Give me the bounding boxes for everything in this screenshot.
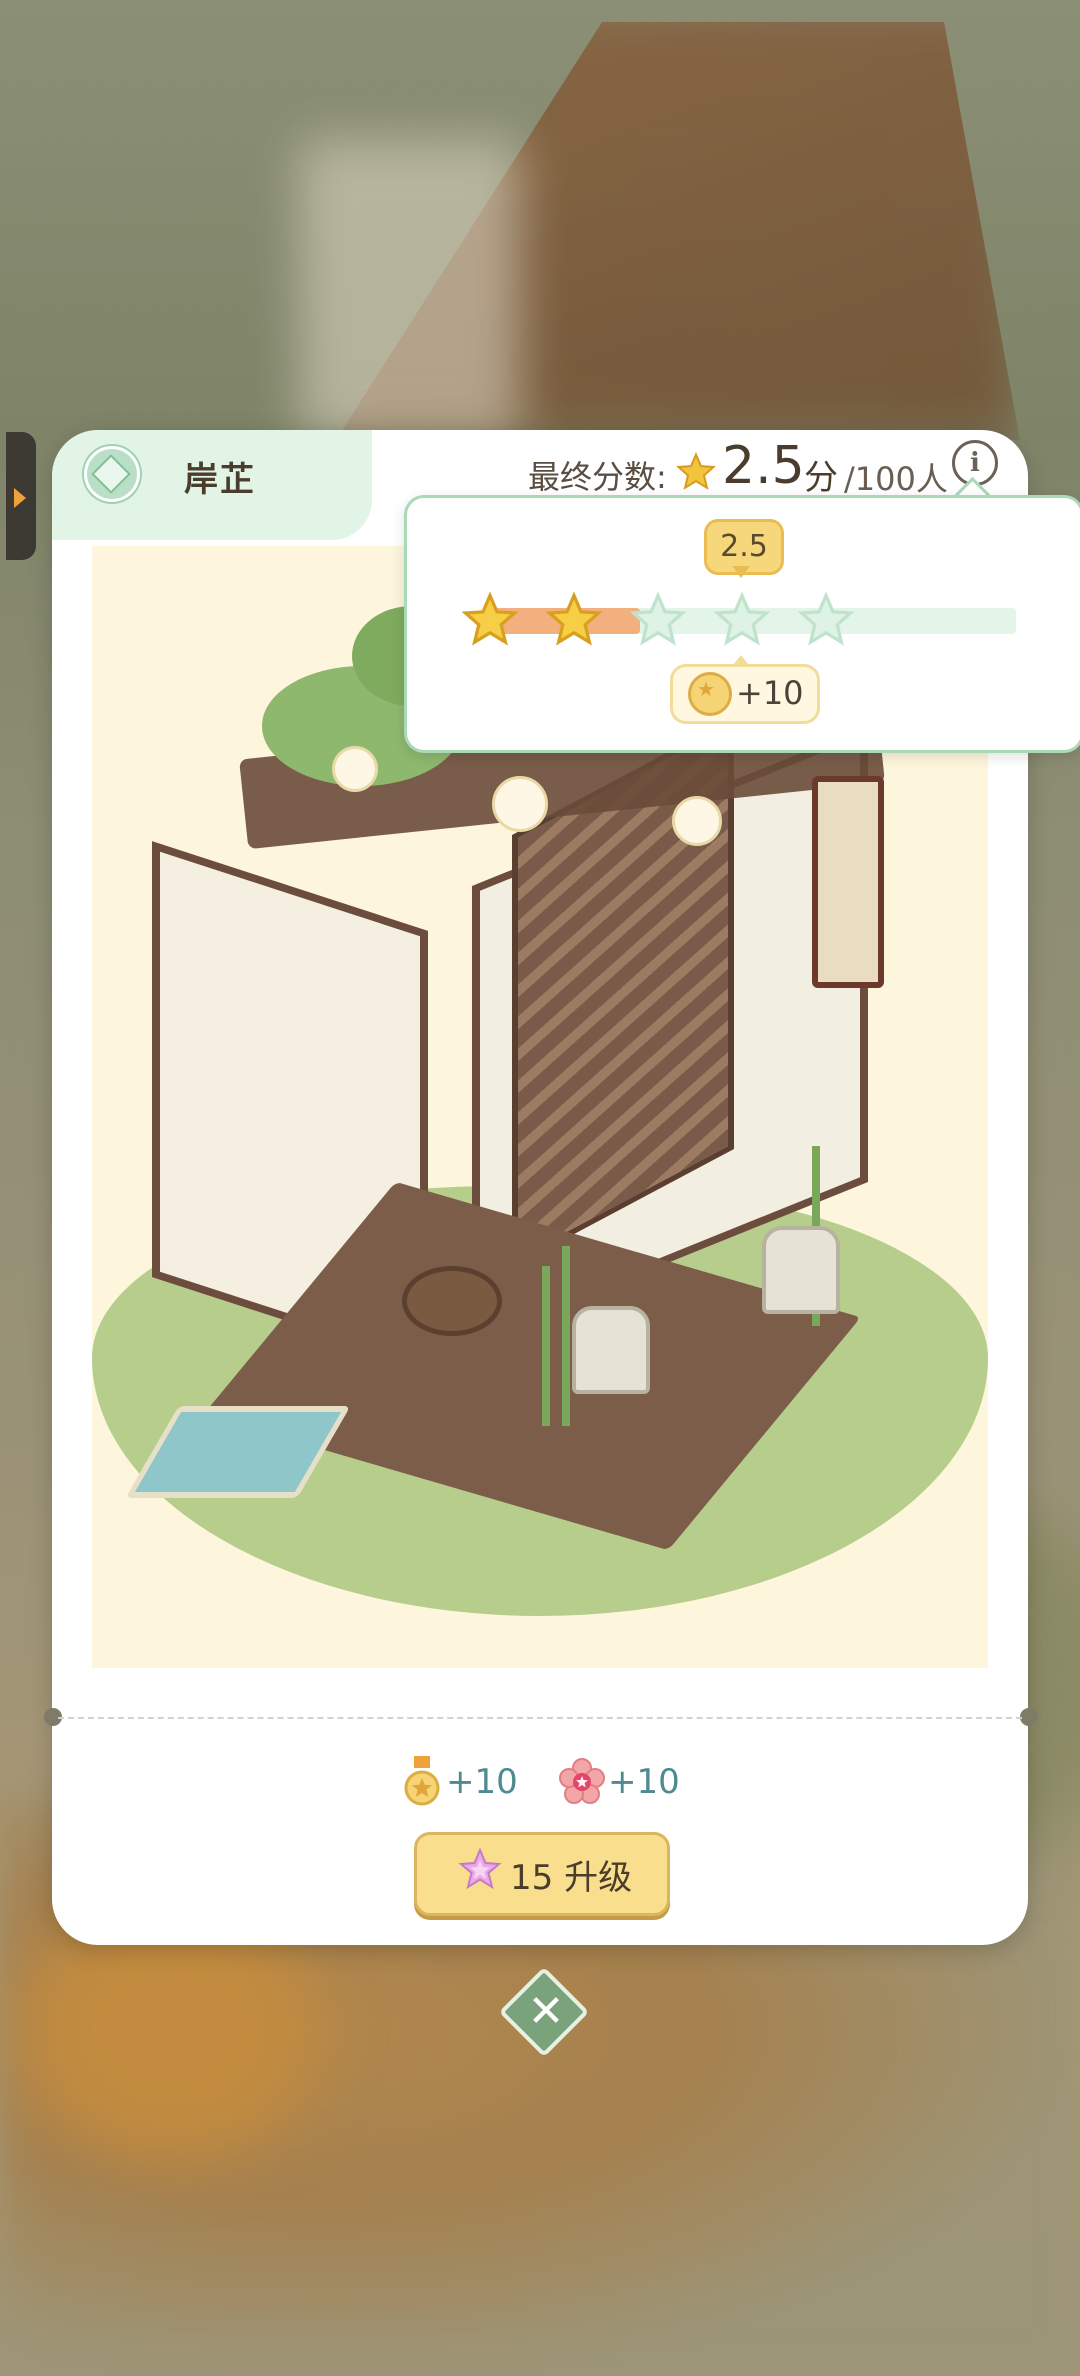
gem-icon [458,1848,502,1890]
flower-cluster [332,746,378,792]
current-rating-pointer [732,566,750,578]
medal-icon [404,1756,440,1806]
close-icon: ✕ [527,1986,565,2037]
chevron-right-icon [14,488,26,508]
room-title: 岸芷 [184,460,256,500]
rating-star-3 [630,592,686,646]
bamboo [542,1266,550,1426]
rating-star-2 [546,592,602,646]
card-notch-right [1020,1708,1038,1726]
rating-reward-text: +10 [736,674,804,712]
rating-star-5 [798,592,854,646]
background-house-wall [300,140,520,440]
lantern [812,776,884,988]
medal-star-icon: ★ [697,677,715,701]
stone-lion [572,1306,650,1394]
round-table [402,1266,502,1336]
rating-star-4 [714,592,770,646]
star-icon [676,452,716,490]
score-people-count: /100人 [844,460,948,498]
medal-reward-text: +10 [446,1762,518,1802]
flower-icon [559,1758,605,1804]
flower-cluster [492,776,548,832]
flower-cluster [672,796,722,846]
bamboo [562,1246,570,1426]
score-unit: 分 [804,458,838,498]
upgrade-button-label: 15 升级 [510,1858,633,1898]
stone-lion [762,1226,840,1314]
flower-reward-text: +10 [608,1762,680,1802]
rating-star-1 [462,592,518,646]
section-divider [58,1717,1022,1719]
score-label: 最终分数: [528,458,667,496]
score-value: 2.5 [722,436,805,496]
